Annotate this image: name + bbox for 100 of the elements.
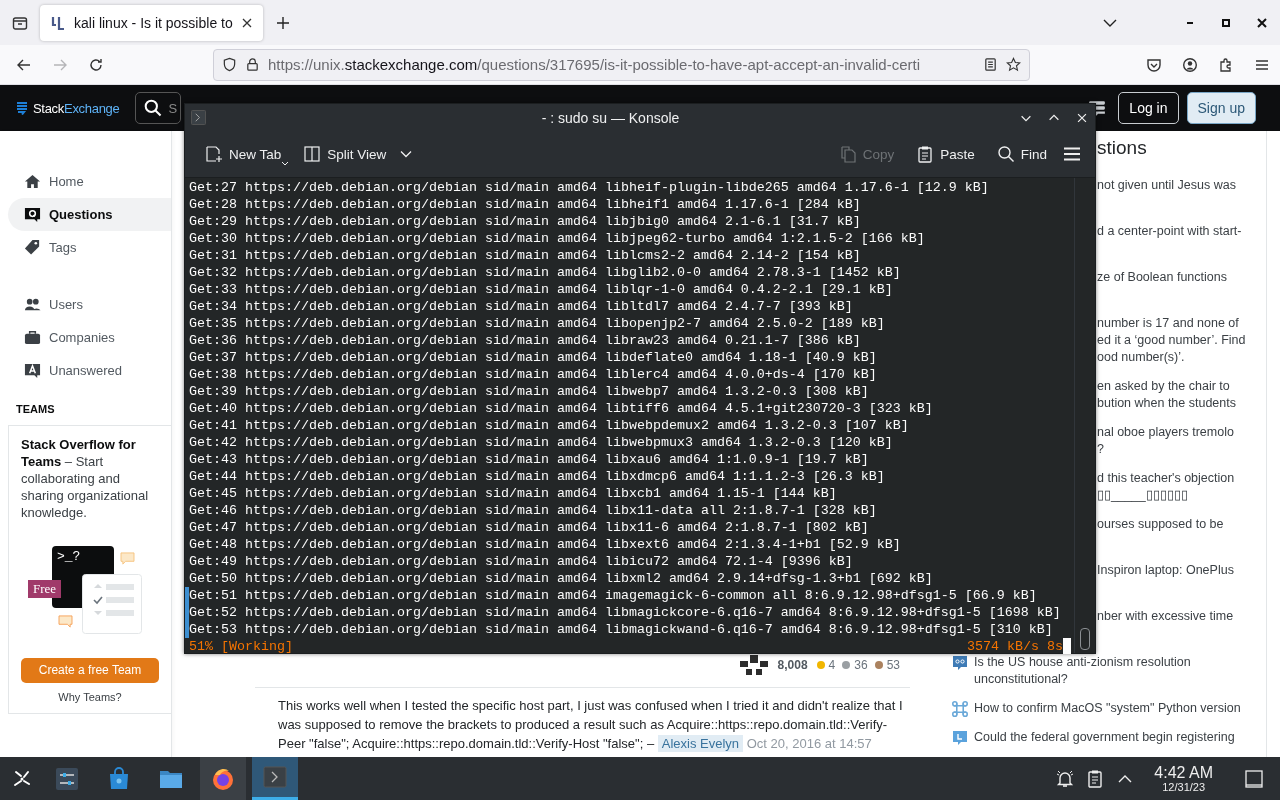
sidebar-item[interactable]: Tags (8, 231, 171, 264)
question-link[interactable]: en asked by the chair to bution when the students (1097, 378, 1236, 412)
clock[interactable]: 4:42 AM 12/31/23 (1154, 764, 1213, 793)
terminal-line: Get:44 https://deb.debian.org/debian sid/main amd64 libxdmcp6 amd64 1:1.1.2-3 [26.3 kB] (189, 468, 885, 485)
checklist-drawing (82, 574, 142, 634)
show-desktop-icon[interactable] (1244, 768, 1264, 789)
terminal-line: Get:52 https://deb.debian.org/debian sid/main amd64 libmagickcore-6.q16-7 amd64 8:6.9.12.98+dfsg1-5 [1698 kB] (189, 604, 1061, 621)
reader-view-icon[interactable] (983, 57, 998, 72)
taskbar-app[interactable] (200, 757, 246, 800)
terminal-line: Get:45 https://deb.debian.org/debian sid/main amd64 libxcb1 amd64 1.15-1 [144 kB] (189, 485, 837, 502)
comment-author-link[interactable]: Alexis Evelyn (657, 735, 744, 752)
notification-bell-icon[interactable] (1055, 768, 1076, 789)
account-icon[interactable] (1182, 56, 1198, 73)
terminal-line: Get:49 https://deb.debian.org/debian sid/main amd64 libicu72 amd64 72.1-4 [9396 kB] (189, 553, 853, 570)
lock-icon (245, 57, 260, 72)
site-icon (952, 730, 968, 746)
question-link[interactable]: Is the US house anti-zionism resolution unconstitutional? (974, 654, 1191, 688)
sliders-icon (55, 766, 79, 791)
question-link[interactable]: Could the federal government begin registering (974, 729, 1235, 746)
url-field[interactable]: https://unix.stackexchange.com/questions/317695/is-it-possible-to-have-apt-accept-an-invalid-certi (213, 48, 1030, 81)
clock-time: 4:42 AM (1154, 764, 1213, 781)
briefcase-icon (24, 329, 41, 346)
firefox-icon (211, 766, 235, 791)
shopping-bag-icon (107, 766, 131, 791)
pocket-icon[interactable] (1146, 56, 1162, 73)
question-link[interactable]: How to confirm MacOS "system" Python version (974, 700, 1241, 717)
question-link[interactable]: nal oboe players tremolo ? (1097, 424, 1234, 458)
question-icon (24, 206, 41, 223)
question-link[interactable]: ourses supposed to be (1097, 516, 1224, 533)
question-link[interactable]: nber with excessive time (1097, 608, 1234, 625)
terminal-line: Get:36 https://deb.debian.org/debian sid/main amd64 libraw23 amd64 0.21.1-7 [386 kB] (189, 332, 861, 349)
text-cursor (1063, 638, 1071, 654)
sidebar-item[interactable]: Companies (8, 321, 171, 354)
section-heading: stions (1097, 137, 1147, 159)
stack-logo-icon (16, 101, 28, 115)
sidebar-item[interactable]: Questions (8, 198, 171, 231)
tag-icon (24, 239, 41, 256)
sidebar-item[interactable]: Unanswered (8, 354, 171, 387)
command-key-icon (952, 701, 968, 717)
terminal-line: Get:33 https://deb.debian.org/debian sid/main amd64 liblqr-1-0 amd64 0.4.2-2.1 [29.1 kB] (189, 281, 893, 298)
progress-text: 51% [Working] (189, 638, 293, 655)
toolbar-button[interactable]: Find (990, 141, 1053, 167)
signup-button[interactable]: Sign up (1186, 92, 1256, 124)
clock-date: 12/31/23 (1162, 781, 1206, 793)
badge-count: 53 (886, 658, 900, 672)
star-icon[interactable] (1006, 57, 1021, 72)
terminal-line: Get:38 https://deb.debian.org/debian sid/main amd64 liblerc4 amd64 4.0.0+ds-4 [170 kB] (189, 366, 877, 383)
toolbar-button[interactable]: Paste (910, 141, 981, 167)
tab-title: kali linux - Is it possible to (74, 14, 233, 31)
tab-list-icon[interactable] (12, 14, 28, 31)
copy-icon (838, 145, 857, 163)
search-field[interactable]: S (135, 92, 182, 124)
caret-icon (400, 150, 413, 158)
close-icon[interactable] (241, 16, 253, 29)
toolbar-button[interactable]: New Tab (199, 141, 288, 167)
speech-bubble-icon (120, 552, 135, 565)
terminal-app-icon (191, 110, 206, 125)
sidebar-item[interactable]: Users (8, 288, 171, 321)
terminal-line: Get:51 https://deb.debian.org/debian sid/main amd64 imagemagick-6-common all 8:6.9.12.98+dfsg1-5 [66.9 kB] (189, 587, 1037, 604)
terminal-line: Get:46 https://deb.debian.org/debian sid/main amd64 libx11-data all 2:1.8.7-1 [328 kB] (189, 502, 877, 519)
new-tab-icon (205, 145, 223, 163)
question-link[interactable]: d this teacher's objection ▯▯_____▯▯▯▯▯▯ (1097, 470, 1235, 504)
terminal-line: Get:32 https://deb.debian.org/debian sid/main amd64 libglib2.0-0 amd64 2.78.3-1 [1452 kB] (189, 264, 901, 281)
question-link[interactable]: ze of Boolean functions (1097, 269, 1227, 286)
login-button[interactable]: Log in (1118, 92, 1179, 124)
extensions-icon[interactable] (1218, 56, 1234, 73)
menu-icon[interactable] (1063, 145, 1081, 163)
terminal-line: Get:28 https://deb.debian.org/debian sid/main amd64 libheif1 amd64 1.17.6-1 [284 kB] (189, 196, 861, 213)
prompt-text: >_? (57, 549, 81, 564)
terminal-line: Get:43 https://deb.debian.org/debian sid/main amd64 libxau6 amd64 1:1.0.9-1 [19.7 kB] (189, 451, 869, 468)
site-logo[interactable]: StackExchange (16, 100, 120, 116)
question-link[interactable]: d a center-point with start- (1097, 223, 1242, 240)
clipboard-icon (916, 145, 935, 163)
home-icon (24, 173, 41, 190)
terminal-line: Get:29 https://deb.debian.org/debian sid/main amd64 libjbig0 amd64 2.1-6.1 [31.7 kB] (189, 213, 861, 230)
comment-date: Oct 20, 2016 at 14:57 (746, 736, 872, 751)
browser-tab[interactable]: kali linux - Is it possible to (40, 4, 263, 41)
terminal-line: Get:53 https://deb.debian.org/debian sid/main amd64 libmagickwand-6.q16-7 amd64 8:6.9.12.98+dfsg1-5 [310 kB] (189, 621, 1053, 638)
site-favicon-icon (50, 14, 66, 31)
toolbar-button[interactable]: Split View (297, 141, 419, 167)
reload-icon[interactable] (88, 56, 104, 73)
url-text: https://unix.stackexchange.com/questions/317695/is-it-possible-to-have-apt-accept-an-invalid-certi (268, 56, 922, 73)
teams-description: Stack Overflow for Teams – Start collaborating and sharing organizational knowledge. (21, 436, 150, 521)
question-link[interactable]: Inspiron laptop: OnePlus (1097, 562, 1234, 579)
question-link[interactable]: number is 17 and none of ed it a ‘good number’. Find ood number(s)’. (1097, 315, 1246, 366)
download-rate: 3574 kB/s 8s (967, 638, 1063, 655)
terminal-line: Get:31 https://deb.debian.org/debian sid/main amd64 liblcms2-2 amd64 2.14-2 [154 kB] (189, 247, 861, 264)
new-tab-icon[interactable] (275, 14, 291, 31)
sidebar-item[interactable]: Home (8, 165, 171, 198)
site-icon (952, 655, 968, 671)
app-launcher-icon[interactable] (12, 768, 32, 789)
why-teams-link[interactable]: Why Teams? (21, 691, 159, 703)
logo-text: StackExchange (33, 100, 120, 116)
question-link[interactable]: not given until Jesus was (1097, 177, 1236, 194)
terminal-line: Get:35 https://deb.debian.org/debian sid/main amd64 libopenjp2-7 amd64 2.5.0-2 [189 kB] (189, 315, 885, 332)
section-heading: TEAMS (15, 403, 56, 415)
badge-count: 4 (828, 658, 836, 672)
terminal-line: Get:47 https://deb.debian.org/debian sid/main amd64 libx11-6 amd64 2:1.8.7-1 [802 kB] (189, 519, 869, 536)
taskbar-app[interactable] (252, 757, 298, 800)
terminal-line: Get:34 https://deb.debian.org/debian sid/main amd64 libltdl7 amd64 2.4.7-7 [393 kB] (189, 298, 853, 315)
